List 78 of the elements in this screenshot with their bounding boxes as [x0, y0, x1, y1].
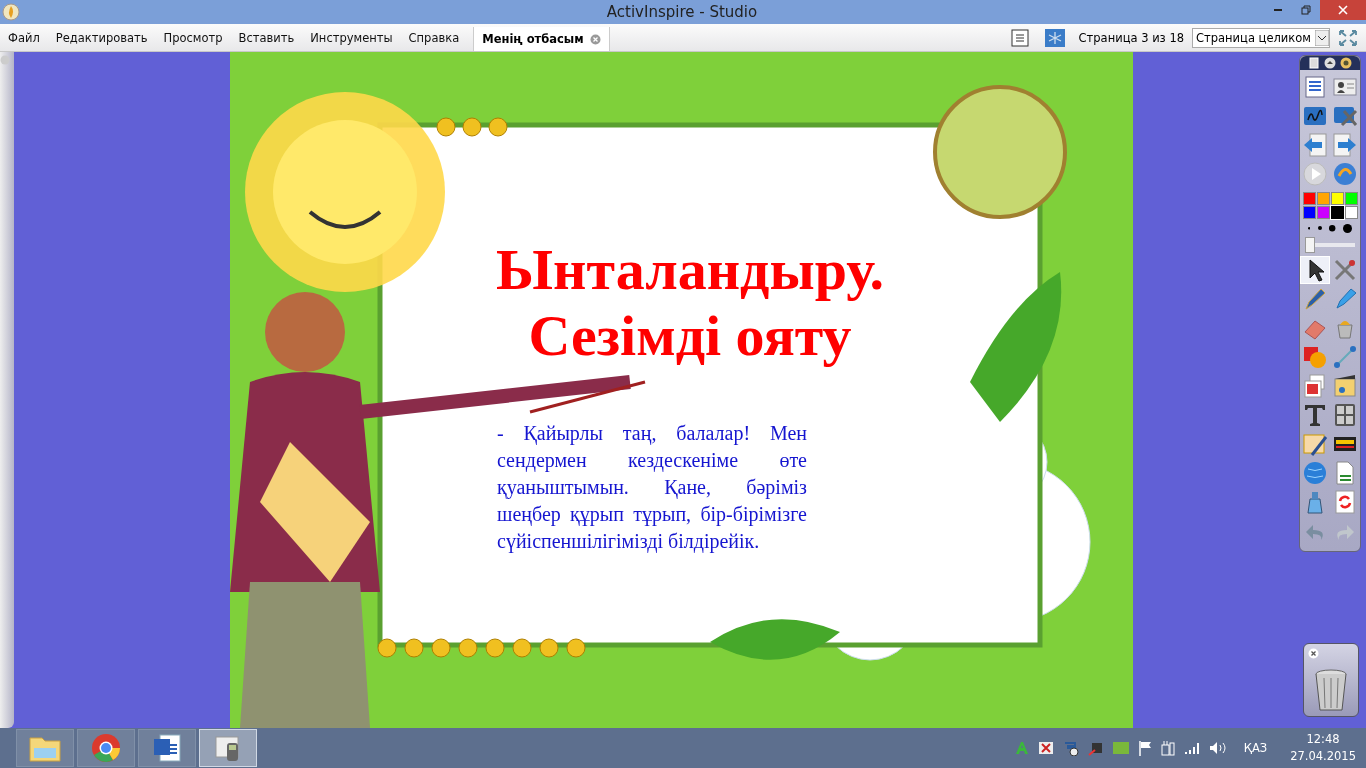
film-icon — [1332, 373, 1358, 400]
tab-label: Менің отбасым — [482, 32, 584, 47]
fullscreen-icon[interactable] — [1338, 28, 1358, 47]
zoom-dropdown[interactable]: Страница целиком — [1192, 27, 1330, 48]
shapes-icon — [1302, 344, 1328, 371]
page-icon[interactable] — [1308, 57, 1320, 70]
slider-thumb[interactable] — [1305, 237, 1315, 254]
graphics-driver-icon[interactable] — [1112, 742, 1129, 755]
slide-text: - Қайырлы таң, балалар! Мен сендермен кездескеніме өте қуаныштымын. Қане, бәріміз шеңбер құрып тұрып, бір-бірімізге сүйіспеншілігімізді білдірейік. — [497, 421, 807, 555]
collapse-icon[interactable] — [1324, 57, 1336, 70]
color-swatch[interactable] — [1316, 206, 1330, 220]
trash-bin-icon[interactable] — [1314, 668, 1348, 713]
error-icon[interactable] — [1037, 741, 1054, 756]
taskbar-app-button[interactable] — [138, 729, 196, 768]
time-text: 12:48 — [1306, 731, 1340, 749]
flag-icon[interactable] — [1137, 740, 1152, 757]
page-indicator: Страница 3 из 18 — [1078, 30, 1184, 45]
minimize-icon — [1274, 9, 1282, 11]
page-list-icon[interactable] — [1010, 28, 1029, 47]
keypad-icon — [1332, 402, 1358, 429]
menu-item[interactable]: Вставить — [230, 30, 303, 45]
slide-title: Ынталандыру. — [496, 237, 884, 304]
color-swatch[interactable] — [1302, 206, 1316, 220]
letter-a-icon[interactable] — [1014, 741, 1029, 756]
taskbar-app-button[interactable] — [77, 729, 135, 768]
menu-item[interactable]: Редактировать — [47, 30, 156, 45]
window-title: ActivInspire - Studio — [605, 2, 759, 21]
swirl-icon — [1332, 161, 1358, 188]
color-swatch[interactable] — [1344, 192, 1358, 206]
flame-icon — [2, 2, 20, 21]
menu-item[interactable]: Инструменты — [302, 30, 401, 45]
pin-icon[interactable] — [1340, 57, 1352, 70]
arrow-left-icon — [1302, 132, 1328, 159]
battery-icon[interactable] — [1160, 740, 1175, 757]
clock[interactable]: 12:48 27.04.2015 — [1290, 731, 1356, 766]
text-icon — [1302, 402, 1328, 429]
pen-icon — [1302, 286, 1328, 313]
restore-icon — [1301, 5, 1311, 15]
menu-item[interactable]: Просмотр — [155, 30, 231, 45]
caret-icon — [1315, 29, 1329, 46]
dot-icon — [1343, 223, 1353, 233]
list-icon — [1302, 74, 1328, 101]
printer-icon[interactable] — [1087, 740, 1104, 757]
taskbar-app-button[interactable] — [16, 729, 74, 768]
pen-width-button[interactable] — [1327, 223, 1338, 234]
slide-title: Сезімді ояту — [528, 303, 852, 370]
dot-icon — [1317, 226, 1322, 231]
browser-icon — [91, 733, 121, 764]
language-indicator[interactable]: ҚАЗ — [1243, 741, 1268, 756]
sync-clock-icon[interactable] — [1062, 740, 1079, 757]
close-icon[interactable] — [1308, 648, 1319, 660]
document-icon — [152, 733, 182, 764]
connector-icon — [1332, 344, 1358, 371]
tool-button[interactable] — [1300, 256, 1330, 285]
arrow-right-icon — [1332, 132, 1358, 159]
folder-icon — [29, 734, 61, 763]
pen-width-button[interactable] — [1341, 221, 1355, 235]
color-swatch[interactable] — [1330, 192, 1344, 206]
color-swatch[interactable] — [1316, 192, 1330, 206]
handwriting-icon — [1302, 431, 1328, 458]
menu-item[interactable]: Файл — [0, 30, 48, 45]
snowflake-icon[interactable] — [1044, 28, 1065, 47]
signal-icon[interactable] — [1183, 741, 1200, 756]
close-button[interactable] — [1320, 0, 1366, 20]
refresh-icon — [1332, 489, 1358, 516]
play-icon — [1302, 161, 1328, 188]
color-swatch[interactable] — [1330, 206, 1344, 220]
document-tab[interactable]: Менің отбасым — [473, 27, 610, 52]
images-icon — [1302, 373, 1328, 400]
close-icon — [1338, 5, 1348, 15]
speaker-icon[interactable] — [1208, 741, 1227, 756]
pen-width-button[interactable] — [1315, 224, 1324, 233]
menu-item[interactable]: Справка — [400, 30, 468, 45]
pen-width-button[interactable] — [1305, 225, 1313, 232]
color-swatch[interactable] — [1302, 192, 1316, 206]
globe-icon — [1302, 460, 1328, 487]
dropdown-value: Страница целиком — [1196, 30, 1311, 45]
date-text: 27.04.2015 — [1290, 748, 1356, 766]
